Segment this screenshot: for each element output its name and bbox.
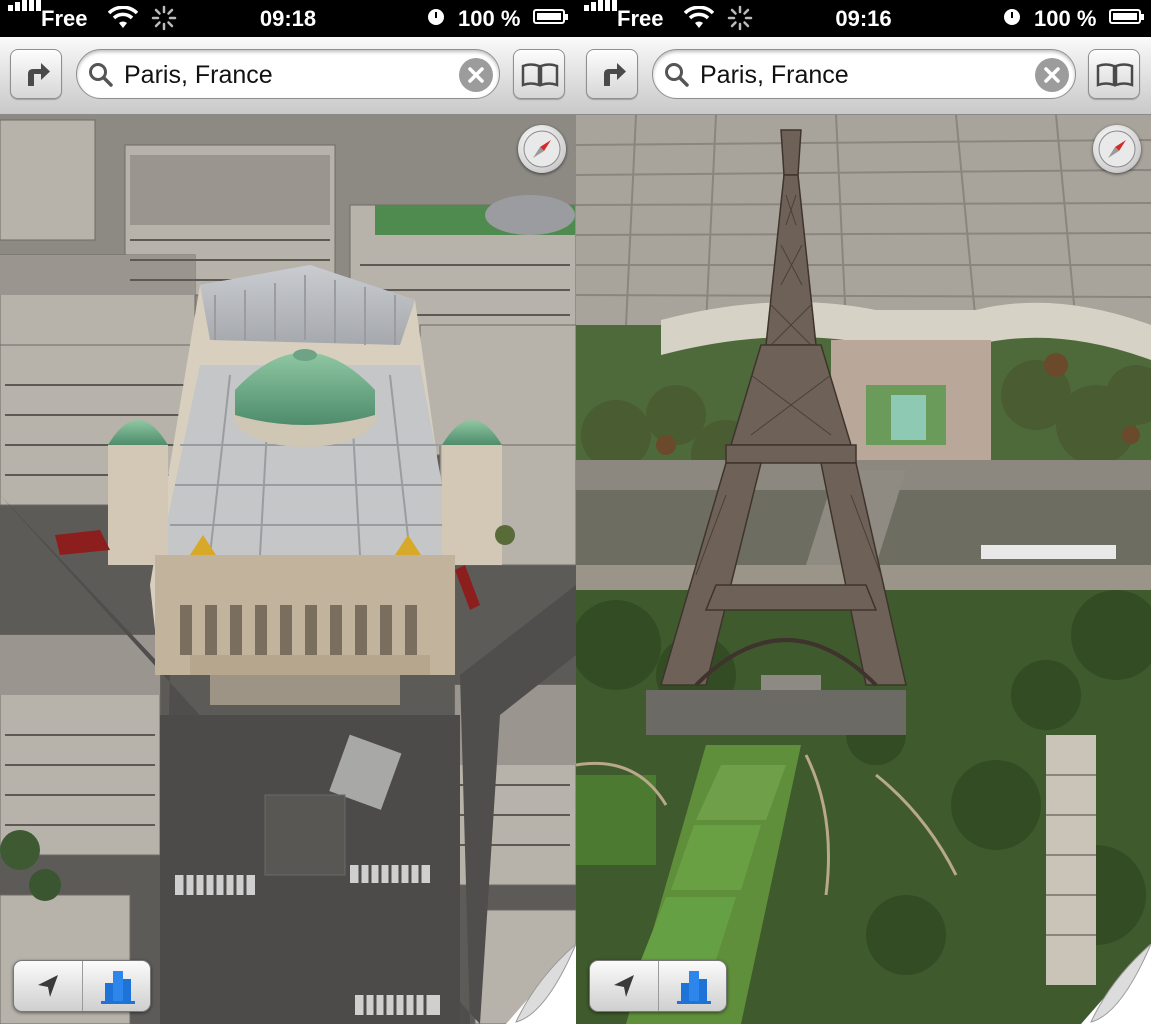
battery-percent: 100 %: [458, 6, 521, 31]
location-arrow-icon: [614, 975, 634, 997]
current-location-button[interactable]: [590, 961, 658, 1011]
search-text[interactable]: Paris, France: [124, 61, 273, 90]
phone-screen-eiffel: Free 09:16 100 % Paris, France: [576, 0, 1151, 1024]
clear-x-icon: [468, 67, 484, 83]
magnifier-icon: [89, 63, 113, 87]
turn-right-arrow-icon: [28, 63, 50, 86]
clear-x-icon: [1044, 67, 1060, 83]
opera-3d-scene: [0, 115, 576, 1024]
3d-view-button[interactable]: [659, 961, 726, 1011]
3d-buildings-icon: [677, 971, 711, 1004]
search-text[interactable]: Paris, France: [700, 61, 849, 90]
map-controls: [13, 960, 151, 1012]
turn-right-arrow-icon: [604, 63, 626, 86]
search-field[interactable]: Paris, France: [652, 49, 1076, 99]
location-arrow-icon: [38, 975, 58, 997]
screenshot-pair: Free 09:18 100 % Paris, France Free 09:1…: [0, 0, 1151, 1024]
alarm-clock-icon: [1004, 9, 1020, 25]
map-controls: [589, 960, 727, 1012]
bookmarks-button[interactable]: [1088, 49, 1140, 99]
compass-button[interactable]: [518, 125, 566, 173]
3d-buildings-icon: [101, 971, 135, 1004]
status-bar: Free 09:16 100 %: [576, 0, 1151, 37]
directions-button[interactable]: [10, 49, 62, 99]
battery-icon: [533, 9, 568, 24]
compass-icon: [523, 130, 561, 168]
flyover-map-view[interactable]: [0, 115, 576, 1024]
status-bar: Free 09:18 100 %: [0, 0, 576, 37]
alarm-clock-icon: [428, 9, 444, 25]
search-field[interactable]: Paris, France: [76, 49, 500, 99]
flyover-map-view[interactable]: [576, 115, 1151, 1024]
phone-screen-opera: Free 09:18 100 % Paris, France: [0, 0, 576, 1024]
compass-icon: [1098, 130, 1136, 168]
open-book-icon: [521, 63, 559, 87]
bookmarks-button[interactable]: [513, 49, 565, 99]
battery-icon: [1109, 9, 1144, 24]
battery-percent: 100 %: [1034, 6, 1097, 31]
clear-search-button[interactable]: [459, 58, 493, 92]
directions-button[interactable]: [586, 49, 638, 99]
magnifier-icon: [665, 63, 689, 87]
page-curl-button[interactable]: [506, 944, 576, 1024]
maps-toolbar: Paris, France: [0, 37, 576, 115]
page-curl-button[interactable]: [1081, 944, 1151, 1024]
maps-toolbar: Paris, France: [576, 37, 1151, 115]
eiffel-3d-scene: [576, 115, 1151, 1024]
current-location-button[interactable]: [14, 961, 82, 1011]
compass-button[interactable]: [1093, 125, 1141, 173]
clear-search-button[interactable]: [1035, 58, 1069, 92]
open-book-icon: [1096, 63, 1134, 87]
3d-view-button[interactable]: [83, 961, 150, 1011]
